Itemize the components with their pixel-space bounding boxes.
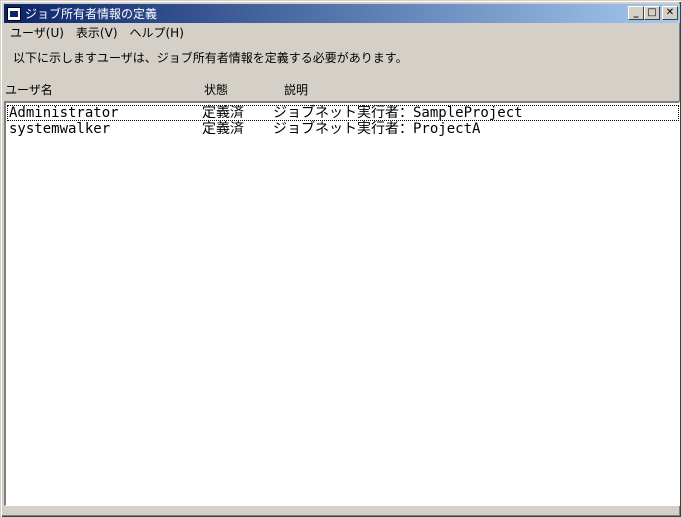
maximize-button[interactable]: □ — [644, 6, 660, 20]
row-user: systemwalker — [9, 121, 111, 137]
caption-buttons: _ □ ✕ — [628, 6, 678, 20]
list-row[interactable]: systemwalker 定義済 ジョブネット実行者：ProjectA — [7, 121, 679, 137]
main-window: ジョブ所有者情報の定義 _ □ ✕ ユーザ(U) 表示(V) ヘルプ(H) 以下… — [0, 0, 682, 518]
app-icon[interactable] — [7, 6, 21, 21]
window-title: ジョブ所有者情報の定義 — [25, 7, 158, 21]
minimize-button[interactable]: _ — [628, 6, 644, 20]
menu-help[interactable]: ヘルプ(H) — [124, 24, 190, 41]
row-description: ジョブネット実行者：SampleProject — [273, 105, 523, 121]
menu-user[interactable]: ユーザ(U) — [4, 24, 70, 41]
row-status: 定義済 — [202, 121, 244, 137]
title-bar[interactable]: ジョブ所有者情報の定義 _ □ ✕ — [4, 4, 680, 23]
user-list[interactable]: Administrator 定義済 ジョブネット実行者：SampleProjec… — [4, 101, 680, 506]
row-description: ジョブネット実行者：ProjectA — [273, 121, 481, 137]
column-header-description[interactable]: 説明 — [284, 81, 308, 98]
status-bar — [4, 507, 680, 516]
instruction-message: 以下に示しますユーザは、ジョブ所有者情報を定義する必要があります。 — [13, 51, 408, 65]
column-header-status[interactable]: 状態 — [204, 81, 228, 98]
row-user: Administrator — [9, 105, 119, 121]
list-row[interactable]: Administrator 定義済 ジョブネット実行者：SampleProjec… — [7, 105, 679, 121]
column-header-user[interactable]: ユーザ名 — [5, 81, 53, 98]
menu-bar: ユーザ(U) 表示(V) ヘルプ(H) — [4, 23, 680, 42]
column-headers: ユーザ名 状態 説明 — [4, 81, 680, 97]
menu-view[interactable]: 表示(V) — [70, 24, 124, 41]
row-status: 定義済 — [202, 105, 244, 121]
close-button[interactable]: ✕ — [662, 6, 678, 20]
